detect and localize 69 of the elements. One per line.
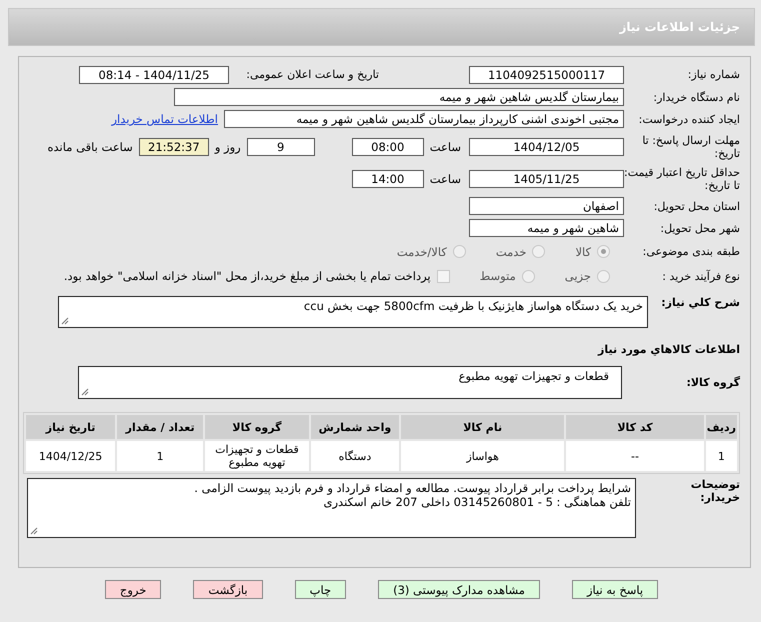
- resize-grip-icon[interactable]: [30, 527, 38, 535]
- table-cell: هواساز: [401, 441, 564, 471]
- resize-grip-icon[interactable]: [61, 317, 69, 325]
- text-field[interactable]: شاهین شهر و میمه: [469, 219, 624, 237]
- field-label: ایجاد کننده درخواست:: [638, 112, 740, 126]
- table-cell: --: [566, 441, 704, 471]
- buyer-contact-link[interactable]: اطلاعات تماس خریدار: [111, 112, 218, 126]
- table-cell: دستگاه: [310, 441, 400, 471]
- text-field[interactable]: 1405/11/25: [469, 170, 624, 188]
- text-field[interactable]: 14:00: [352, 170, 424, 188]
- radio-button[interactable]: [522, 270, 535, 282]
- column-header: تاریخ نیاز: [26, 415, 116, 439]
- resize-grip-icon[interactable]: [81, 388, 89, 396]
- action-button[interactable]: چاپ: [294, 580, 346, 599]
- table-cell: 1404/12/25: [26, 441, 116, 471]
- field-label: توضیحات خریدار:: [690, 478, 740, 504]
- radio-label: کالا/خدمت: [396, 244, 447, 258]
- field-label: نوع فرآیند خرید :: [661, 270, 740, 282]
- action-button[interactable]: پاسخ به نیاز: [572, 580, 658, 599]
- radio-label: کالا: [575, 244, 591, 258]
- column-header: نام کالا: [401, 415, 564, 439]
- days-label: روز و: [214, 140, 241, 154]
- checkbox[interactable]: [436, 270, 450, 282]
- field-label: اطلاعات کالاهاي مورد نياز: [596, 342, 740, 356]
- text-field[interactable]: 9: [246, 138, 315, 156]
- field-label: حداقل تاریخ اعتبار قیمت: تا تاریخ:: [624, 166, 740, 192]
- table-cell: قطعات و تجهیزات تهویه مطبوع: [205, 441, 309, 471]
- text-field[interactable]: 1404/12/05: [469, 138, 624, 156]
- exit-button[interactable]: بازگشت: [193, 580, 263, 599]
- checkbox-label: پرداخت تمام یا بخشی از مبلغ خرید،از محل "اسناد خزانه اسلامی" خواهد بود.: [64, 269, 431, 283]
- field-label: شرح کلي نياز:: [660, 296, 740, 309]
- remaining-label: ساعت باقی مانده: [48, 140, 133, 154]
- field-label: مهلت ارسال پاسخ: تا تاریخ:: [641, 134, 740, 160]
- text-field[interactable]: 21:52:37: [138, 138, 209, 156]
- text-field[interactable]: 1404/11/25 - 08:14: [79, 66, 229, 84]
- text-field[interactable]: 1104092515000117: [469, 66, 624, 84]
- radio-button[interactable]: [532, 245, 546, 258]
- goods-group-field[interactable]: قطعات و تجهیزات تهویه مطبوع: [78, 366, 622, 398]
- field-label: شهر محل تحویل:: [659, 222, 740, 234]
- column-header: ردیف: [706, 415, 737, 439]
- action-button[interactable]: مشاهده مدارک پیوستی (3): [378, 580, 540, 599]
- table-cell: 1: [117, 441, 204, 471]
- buyer-notes-field[interactable]: شرایط پرداخت برابر قرارداد پیوست. مطالعه و امضاء قرارداد و فرم بازدید پیوست الزامی . تلفن هماهنگی : 5 - 03145260801 داخلی 207 خانم اسکندری: [27, 478, 636, 538]
- radio-label: جزیی: [564, 269, 591, 283]
- time-label: ساعت: [430, 140, 461, 154]
- text-field[interactable]: اصفهان: [469, 197, 624, 215]
- radio-button[interactable]: [597, 270, 610, 282]
- radio-button[interactable]: [452, 245, 466, 258]
- field-label: شماره نیاز:: [686, 68, 740, 81]
- field-label: گروه کالا:: [685, 376, 740, 388]
- text-field[interactable]: مجتبی اخوندی اشنی کارپرداز بیمارستان گلدیس شاهین شهر و میمه: [224, 110, 624, 128]
- field-label: تاریخ و ساعت اعلان عمومی:: [245, 68, 379, 81]
- field-label: طبقه بندی موضوعی:: [642, 245, 740, 258]
- column-header: واحد شمارش: [310, 415, 400, 439]
- page-title: جزئیات اطلاعات نیاز: [619, 20, 740, 34]
- text-field[interactable]: 08:00: [352, 138, 424, 156]
- column-header: کد کالا: [566, 415, 704, 439]
- description-field[interactable]: خرید یک دستگاه هواساز هایژنیک با ظرفیت 5800cfm جهت بخش ccu: [58, 296, 648, 328]
- radio-label: خدمت: [496, 244, 526, 258]
- time-label: ساعت: [430, 172, 461, 186]
- column-header: تعداد / مقدار: [117, 415, 204, 439]
- table-cell: 1: [706, 441, 737, 471]
- field-label: نام دستگاه خریدار:: [652, 90, 740, 104]
- field-label: استان محل تحویل:: [652, 200, 740, 212]
- radio-label: متوسط: [480, 269, 516, 283]
- exit-button[interactable]: خروج: [104, 580, 162, 599]
- text-field[interactable]: بیمارستان گلدیس شاهین شهر و میمه: [174, 88, 624, 106]
- radio-button[interactable]: [597, 245, 610, 258]
- column-header: گروه کالا: [205, 415, 309, 439]
